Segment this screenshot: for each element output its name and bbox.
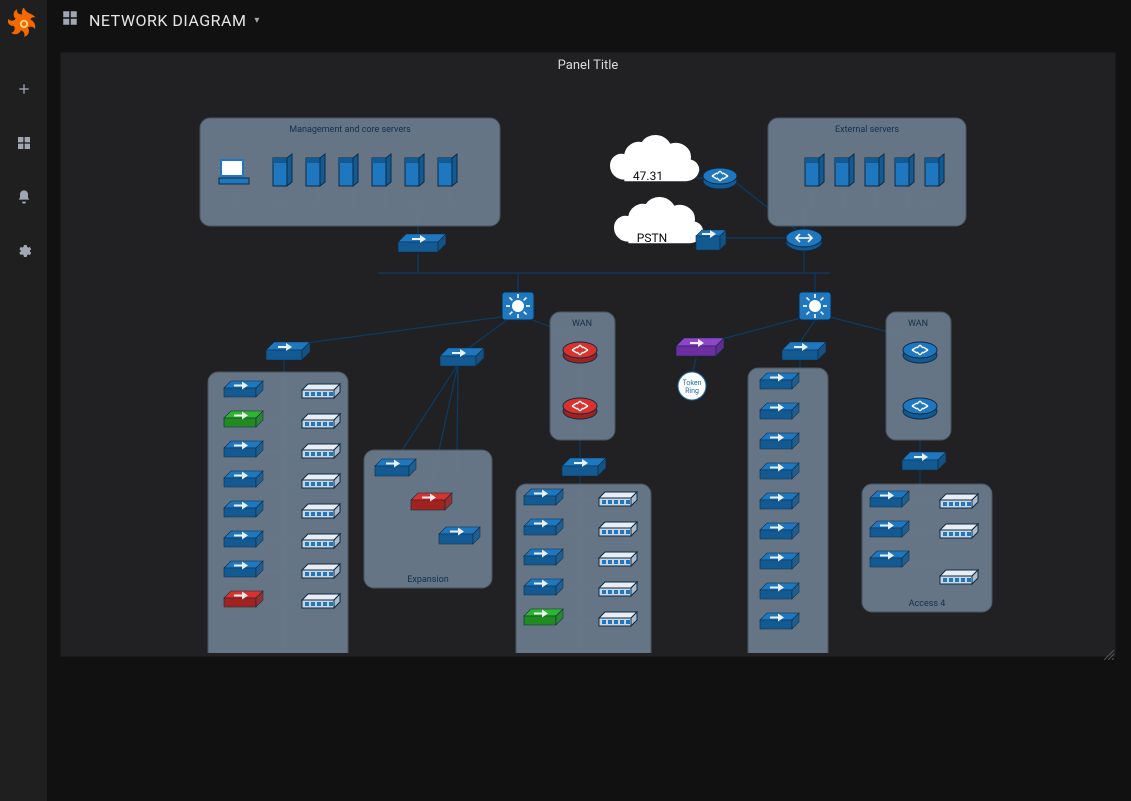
core-switch[interactable] [398, 234, 446, 252]
access1-sw-4[interactable] [224, 471, 263, 487]
panel-title[interactable]: Panel Title [60, 52, 1116, 73]
sidebar-item-create[interactable] [15, 80, 33, 98]
chevron-down-icon: ▾ [254, 15, 260, 26]
svg-text:Token: Token [683, 379, 702, 387]
wan1-router-2[interactable] [563, 398, 597, 419]
dashboard-title-text: NETWORK DIAGRAM [89, 11, 246, 30]
mgmt-tower-1[interactable] [273, 154, 292, 186]
purple-special-node[interactable] [676, 338, 724, 356]
grafana-logo[interactable] [8, 6, 40, 38]
gateway-node[interactable] [786, 229, 822, 251]
dashboard-title-dropdown[interactable]: NETWORK DIAGRAM ▾ [89, 11, 260, 30]
dashboard-header: NETWORK DIAGRAM ▾ [47, 0, 260, 40]
dashboards-icon[interactable] [61, 9, 79, 31]
wan2-router-1[interactable] [903, 342, 937, 363]
access3-sw-9[interactable] [760, 613, 799, 629]
access2-pp-2[interactable] [599, 522, 637, 536]
wan1-router-1[interactable] [563, 342, 597, 363]
expansion-sw-1[interactable] [375, 459, 416, 476]
sidebar-nav [0, 0, 47, 801]
expansion-sw-2[interactable] [411, 493, 452, 510]
expansion-uplink[interactable] [440, 348, 484, 366]
cloud-value-node[interactable]: 47.31 [610, 135, 700, 183]
access1-sw-1[interactable] [224, 381, 263, 397]
access4-uplink[interactable] [902, 452, 946, 470]
token-ring-node[interactable]: Token Ring [678, 372, 706, 400]
access2-pp-4[interactable] [599, 582, 637, 596]
access2-sw-5[interactable] [524, 609, 563, 625]
access4-pp-2[interactable] [940, 524, 978, 538]
access4-sw-1[interactable] [870, 491, 909, 507]
access1-uplink[interactable] [266, 342, 310, 360]
access2-sw-2[interactable] [524, 519, 563, 535]
access1-sw-5[interactable] [224, 501, 263, 517]
network-diagram-panel: Panel Title [60, 52, 1116, 657]
access4-sw-2[interactable] [870, 521, 909, 537]
access2-uplink[interactable] [562, 458, 606, 476]
cloud-pstn-node[interactable]: PSTN [614, 197, 704, 245]
sidebar-item-dashboards[interactable] [15, 134, 33, 152]
access4-pp-1[interactable] [940, 494, 978, 508]
access2-sw-3[interactable] [524, 549, 563, 565]
edge-router[interactable] [703, 168, 737, 189]
access4-pp-3[interactable] [940, 570, 978, 584]
mgmt-tower-2[interactable] [306, 154, 325, 186]
access3-sw-5[interactable] [760, 493, 799, 509]
ext-tower-4[interactable] [895, 154, 914, 186]
expansion-sw-3[interactable] [439, 527, 480, 544]
access1-pp-6[interactable] [302, 534, 340, 548]
access3-sw-4[interactable] [760, 463, 799, 479]
access1-pp-7[interactable] [302, 564, 340, 578]
access1-pp-8[interactable] [302, 594, 340, 608]
access2-sw-1[interactable] [524, 489, 563, 505]
access3-sw-6[interactable] [760, 523, 799, 539]
access1-sw-8[interactable] [224, 591, 263, 607]
diagram-canvas[interactable]: Management and core servers External ser… [60, 78, 1116, 653]
access1-sw-6[interactable] [224, 531, 263, 547]
access1-pp-4[interactable] [302, 474, 340, 488]
access3-sw-7[interactable] [760, 553, 799, 569]
access1-pp-3[interactable] [302, 444, 340, 458]
ext-tower-5[interactable] [925, 154, 944, 186]
access3-uplink[interactable] [782, 342, 826, 360]
access2-pp-3[interactable] [599, 552, 637, 566]
access1-sw-3[interactable] [224, 441, 263, 457]
access1-pp-1[interactable] [302, 384, 340, 398]
access3-sw-2[interactable] [760, 403, 799, 419]
wan2-router-2[interactable] [903, 398, 937, 419]
mgmt-tower-4[interactable] [372, 154, 391, 186]
dist-switch-right[interactable] [799, 292, 831, 320]
access3-sw-8[interactable] [760, 583, 799, 599]
dist-switch-left[interactable] [502, 292, 534, 320]
ext-tower-2[interactable] [835, 154, 854, 186]
access1-sw-7[interactable] [224, 561, 263, 577]
mgmt-tower-5[interactable] [405, 154, 424, 186]
pbx-node[interactable] [696, 230, 726, 250]
access1-sw-2[interactable] [224, 411, 263, 427]
sidebar-item-configuration[interactable] [15, 242, 33, 260]
access2-pp-5[interactable] [599, 612, 637, 626]
ext-tower-1[interactable] [805, 154, 824, 186]
mgmt-tower-6[interactable] [438, 154, 457, 186]
access3-sw-1[interactable] [760, 373, 799, 389]
ext-tower-3[interactable] [865, 154, 884, 186]
panel-resize-handle[interactable] [1104, 645, 1114, 655]
mgmt-tower-3[interactable] [339, 154, 358, 186]
access1-pp-2[interactable] [302, 414, 340, 428]
access2-pp-1[interactable] [599, 492, 637, 506]
sidebar-item-alerting[interactable] [15, 188, 33, 206]
access3-sw-3[interactable] [760, 433, 799, 449]
access1-pp-5[interactable] [302, 504, 340, 518]
access2-sw-4[interactable] [524, 579, 563, 595]
svg-text:Ring: Ring [685, 387, 699, 395]
access4-sw-3[interactable] [870, 551, 909, 567]
